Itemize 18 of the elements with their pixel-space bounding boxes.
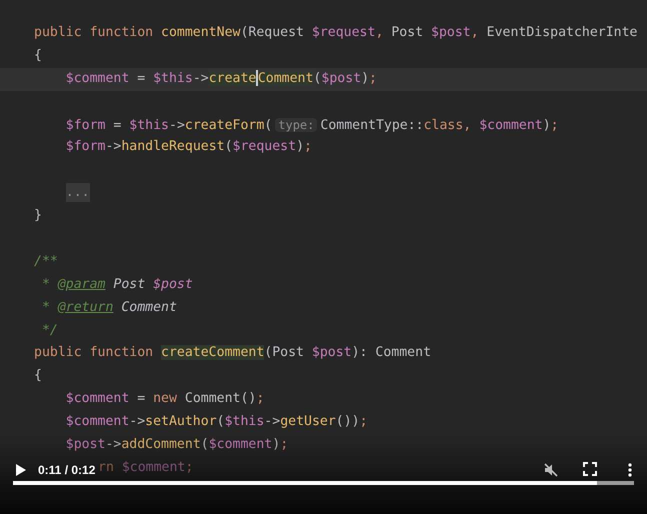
code-line: public function commentNew(Request $request, Post $post, EventDispatcherInte xyxy=(34,24,638,42)
code-line: $comment = new Comment(); xyxy=(64,390,264,408)
code-line: $comment->setAuthor($this->getUser()); xyxy=(64,413,368,432)
code-line: { xyxy=(34,367,42,386)
code-line: * @return Comment xyxy=(40,298,177,317)
code-line: * @param Post $post xyxy=(40,276,193,294)
code-line: /** xyxy=(34,252,58,271)
time-display: 0:11 / 0:12 xyxy=(38,462,96,479)
fullscreen-icon xyxy=(583,462,597,476)
code-line: $form = $this->createForm( type: CommentType::class, $comment); xyxy=(64,116,559,135)
code-line: */ xyxy=(40,322,58,340)
more-icon xyxy=(627,462,633,478)
code-line: $post->addComment($comment); xyxy=(64,436,288,454)
code-line: $form->handleRequest($request); xyxy=(64,138,312,156)
code-line: rn $comment; xyxy=(98,458,194,477)
code-line: } xyxy=(34,207,42,226)
code-line: public function createComment(Post $post): Comment xyxy=(34,344,432,362)
code-line: { xyxy=(34,46,42,65)
